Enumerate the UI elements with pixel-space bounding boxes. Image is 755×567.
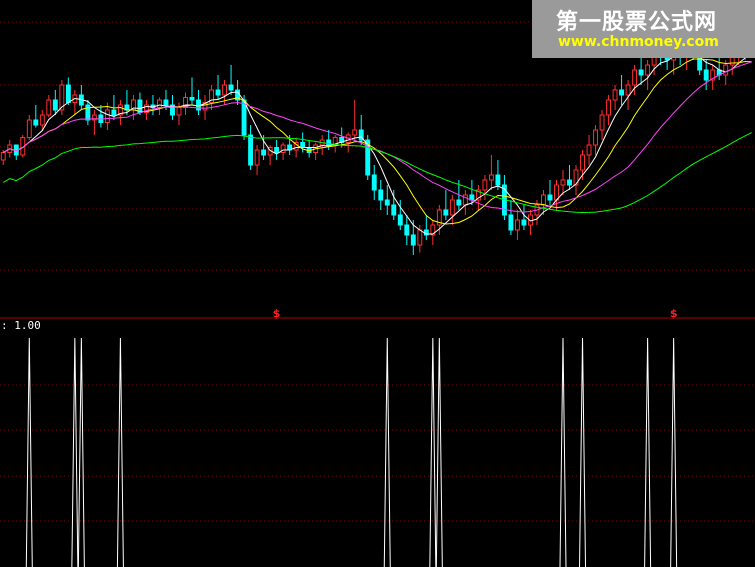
candle-body-21	[137, 99, 143, 113]
stock-chart: $ $	[0, 21, 755, 567]
candle-body-0	[0, 152, 6, 161]
ma5-line	[3, 53, 752, 235]
candle-body-39	[254, 149, 260, 166]
indicator-spike-7	[559, 337, 567, 567]
candle-body-29	[189, 97, 195, 101]
candle-body-87	[567, 179, 572, 186]
candle-body-75	[488, 174, 494, 181]
candle-body-10	[65, 84, 71, 103]
watermark-title: 第一股票公式网	[556, 10, 718, 35]
indicator-spike-4	[383, 337, 391, 567]
candle-body-70	[456, 199, 462, 206]
watermark-url: www.chnmoney.com	[558, 34, 719, 50]
indicator-spike-0	[25, 337, 33, 567]
candle-body-83	[541, 194, 546, 206]
candle-body-76	[495, 174, 501, 186]
indicator-label: : 1.00	[1, 319, 41, 332]
candle-body-25	[163, 99, 169, 106]
candle-body-99	[645, 64, 651, 76]
candle-body-58	[378, 189, 384, 201]
indicator-spike-5	[429, 337, 437, 567]
moving-averages	[3, 53, 752, 235]
candle-body-37	[241, 99, 247, 136]
candle-body-7	[46, 99, 52, 116]
candle-body-57	[371, 174, 377, 191]
candle-body-6	[39, 114, 45, 126]
indicator-spike-3	[116, 337, 124, 567]
candle-body-5	[33, 119, 39, 126]
chart-stage: $ $ : 1.00 第一股票公式网 www.chnmoney.com	[0, 0, 755, 567]
candle-body-79	[514, 219, 520, 231]
indicator-spike-6	[435, 337, 443, 567]
candle-body-42	[274, 147, 280, 153]
candle-body-8	[52, 99, 58, 111]
candle-body-54	[352, 129, 358, 136]
candle-body-68	[443, 209, 449, 216]
candlesticks	[0, 42, 755, 255]
candle-body-24	[157, 99, 162, 108]
indicator-spike-8	[579, 337, 587, 567]
indicator-grid	[0, 384, 755, 522]
candle-body-94	[612, 89, 618, 101]
candle-body-111	[723, 64, 729, 76]
indicator-spikes	[25, 337, 678, 567]
candle-body-96	[625, 84, 631, 96]
candle-body-108	[703, 69, 709, 81]
candle-body-62	[404, 224, 410, 236]
indicator-spike-1	[71, 337, 79, 567]
candle-body-89	[580, 154, 585, 171]
candle-body-34	[222, 84, 228, 96]
candle-body-85	[554, 184, 559, 201]
candle-body-92	[599, 114, 605, 131]
candle-body-97	[632, 69, 638, 86]
candle-body-4	[26, 119, 32, 138]
candle-body-40	[261, 149, 267, 156]
candle-body-98	[638, 69, 644, 76]
candle-body-93	[606, 99, 612, 116]
candle-body-86	[560, 179, 566, 186]
candle-body-95	[619, 89, 625, 96]
candle-body-17	[111, 109, 117, 116]
candle-body-64	[417, 229, 423, 246]
indicator-spike-2	[77, 337, 85, 567]
candle-body-78	[508, 214, 514, 231]
candle-body-38	[248, 134, 254, 166]
candle-body-61	[397, 214, 403, 226]
indicator-spike-9	[644, 337, 652, 567]
candle-body-91	[593, 129, 598, 146]
candle-body-27	[176, 107, 182, 116]
candle-body-33	[215, 89, 221, 96]
indicator-spike-10	[670, 337, 678, 567]
candle-body-59	[384, 199, 390, 206]
candle-body-74	[482, 179, 488, 191]
ma60-line	[3, 132, 752, 214]
candle-body-46	[300, 142, 306, 148]
candle-body-16	[104, 109, 110, 123]
candle-body-60	[391, 204, 397, 216]
candle-body-84	[547, 194, 553, 201]
candle-body-72	[469, 194, 475, 201]
candle-body-80	[521, 219, 527, 226]
candle-body-90	[586, 144, 592, 156]
candle-body-63	[410, 234, 416, 246]
candle-body-35	[228, 84, 234, 91]
candle-body-69	[449, 199, 455, 216]
